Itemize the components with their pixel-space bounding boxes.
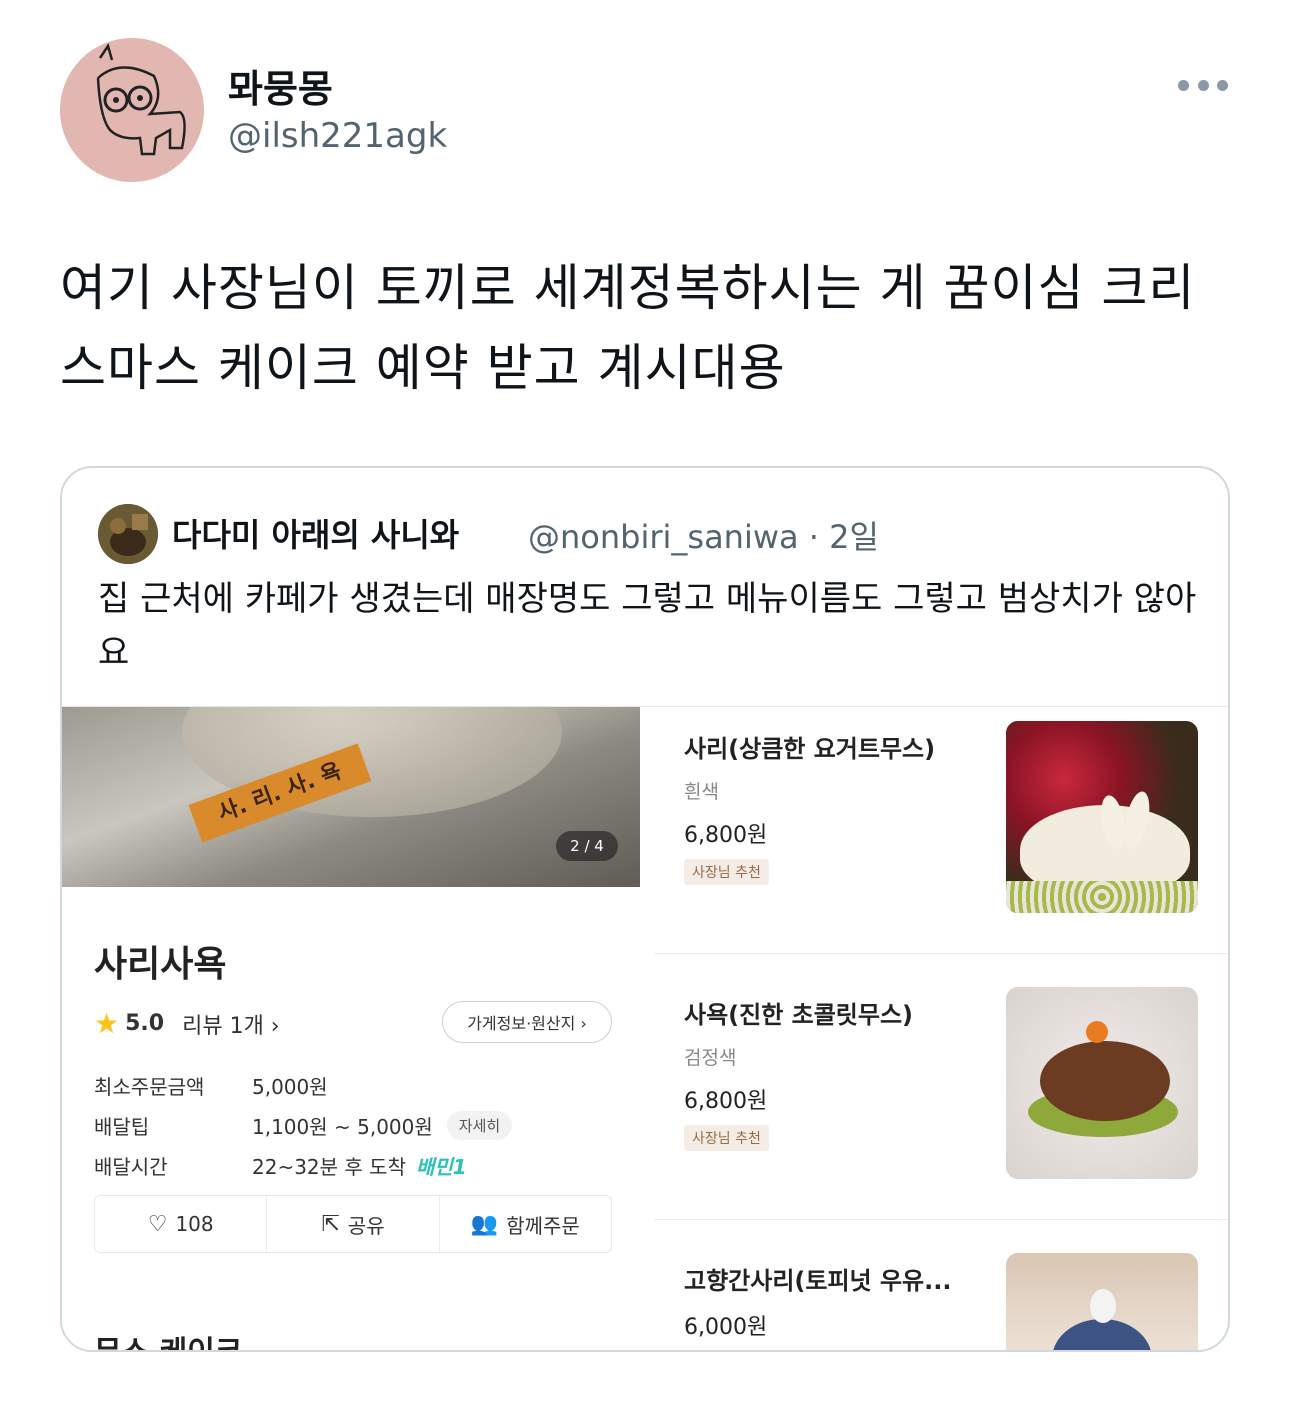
like-count: 108	[175, 1212, 214, 1236]
store-info-list: 최소주문금액 5,000원 배달팁 1,100원 ~ 5,000원 자세히 배달…	[94, 1065, 513, 1185]
store-info-button[interactable]: 가게정보·원산지 ›	[442, 1001, 612, 1043]
baemin1-logo: 배민1	[415, 1154, 467, 1179]
rating-value: 5.0	[125, 1011, 165, 1036]
share-icon: ⇱	[321, 1211, 340, 1237]
menu-item-image	[1006, 1253, 1198, 1350]
info-value: 22~32분 후 도착	[252, 1154, 406, 1179]
like-button[interactable]: ♡ 108	[95, 1196, 268, 1252]
attached-screenshot[interactable]: 사. 리. 사. 욕 2 / 4 사리사욕 ★ 5.0 리뷰 1개 › 가게정보…	[62, 706, 1228, 1350]
store-photo: 사. 리. 사. 욕 2 / 4	[62, 707, 640, 887]
share-label: 공유	[347, 1213, 385, 1238]
divider	[654, 1219, 1228, 1220]
heart-icon: ♡	[147, 1211, 168, 1237]
quoted-avatar[interactable]	[98, 504, 158, 564]
quoted-tweet[interactable]: 다다미 아래의 사니와 @nonbiri_saniwa · 2일 집 근처에 카…	[60, 466, 1230, 1352]
rating-row[interactable]: ★ 5.0 리뷰 1개 ›	[94, 1007, 280, 1040]
menu-item-badge: 사장님 추천	[684, 859, 769, 885]
quoted-avatar-photo-icon	[98, 504, 158, 564]
delivery-tip-detail-button[interactable]: 자세히	[446, 1110, 513, 1140]
group-order-label: 함께주문	[506, 1213, 580, 1238]
display-name[interactable]: 뫄뭉몽	[228, 58, 333, 113]
share-button[interactable]: ⇱ 공유	[267, 1196, 440, 1252]
menu-item-desc: 흰색	[684, 781, 719, 803]
avatar-drawing-icon	[60, 38, 204, 182]
menu-item[interactable]: 사욕(진한 초콜릿무스) 검정색 6,800원 사장님 추천	[654, 973, 1228, 1219]
info-value: 1,100원 ~ 5,000원	[252, 1114, 433, 1139]
review-count[interactable]: 리뷰 1개 ›	[182, 1008, 280, 1040]
menu-item-desc: 검정색	[684, 1047, 737, 1069]
divider	[654, 953, 1228, 954]
menu-item-badge: 사장님 추천	[684, 1125, 769, 1151]
quoted-text: 집 근처에 카페가 생겼는데 매장명도 그렇고 메뉴이름도 그렇고 범상치가 않…	[98, 579, 1197, 673]
user-handle[interactable]: @ilsh221agk	[228, 116, 447, 156]
group-order-button[interactable]: 👥 함께주문	[440, 1196, 611, 1252]
menu-category-title: 무스 케이크	[94, 1327, 242, 1350]
store-name: 사리사욕	[94, 944, 227, 985]
store-action-bar: ♡ 108 ⇱ 공유 👥 함께주문	[94, 1195, 612, 1253]
photo-pager: 2 / 4	[556, 831, 618, 861]
ellipsis-icon[interactable]	[1178, 70, 1228, 100]
info-label: 배달시간	[94, 1154, 168, 1179]
menu-item-name: 사욕(진한 초콜릿무스)	[684, 1001, 914, 1029]
info-row: 배달팁 1,100원 ~ 5,000원 자세히	[94, 1105, 513, 1145]
quoted-display-name[interactable]: 다다미 아래의 사니와	[172, 510, 459, 556]
menu-item-name: 고향간사리(토피넛 우유...	[684, 1267, 952, 1295]
info-row: 배달시간 22~32분 후 도착 배민1	[94, 1145, 512, 1185]
info-row: 최소주문금액 5,000원	[94, 1065, 512, 1105]
menu-item[interactable]: 고향간사리(토피넛 우유... 6,000원	[654, 1239, 1228, 1350]
info-label: 배달팁	[94, 1114, 150, 1139]
info-label: 최소주문금액	[94, 1074, 205, 1099]
menu-item-price: 6,800원	[684, 1089, 768, 1114]
menu-item-price: 6,000원	[684, 1315, 768, 1340]
menu-item-price: 6,800원	[684, 823, 768, 848]
info-value: 5,000원	[252, 1074, 328, 1099]
star-icon: ★	[94, 1007, 120, 1040]
avatar[interactable]	[60, 38, 204, 182]
menu-item[interactable]: 사리(상큼한 요거트무스) 흰색 6,800원 사장님 추천	[654, 707, 1228, 953]
menu-item-image	[1006, 987, 1198, 1179]
menu-item-name: 사리(상큼한 요거트무스)	[684, 735, 936, 763]
tweet-text: 여기 사장님이 토끼로 세계정복하시는 게 꿈이심 크리스마스 케이크 예약 받…	[60, 259, 1196, 397]
quoted-handle-time[interactable]: @nonbiri_saniwa · 2일	[528, 512, 879, 558]
menu-item-image	[1006, 721, 1198, 913]
people-icon: 👥	[470, 1211, 499, 1237]
